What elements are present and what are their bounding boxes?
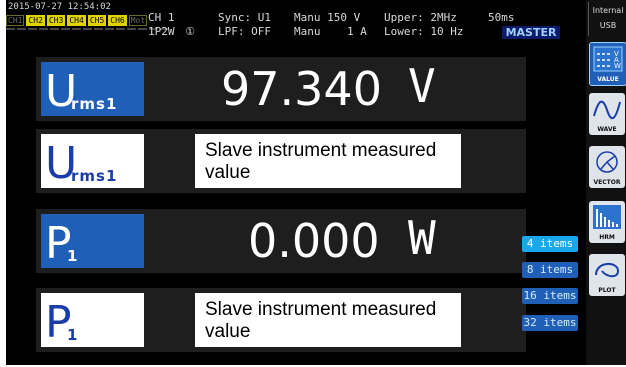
plot-button-label: PLOT xyxy=(598,287,616,294)
channel-indicator: Mot xyxy=(128,15,148,26)
wiring-label: 1P2W xyxy=(148,25,175,38)
wave-icon xyxy=(593,100,621,120)
unit-indicators xyxy=(6,28,171,30)
measurement-row: U rms1 Slave instrument measured value xyxy=(36,129,526,193)
plot-icon xyxy=(595,263,620,278)
indicator-slot xyxy=(50,28,59,30)
channel-indicator: CH5 xyxy=(87,15,107,26)
value-button[interactable]: V A W VALUE xyxy=(589,42,626,86)
parameter-subscript: rms1 xyxy=(71,95,118,113)
datetime: 2015-07-27 12:54:02 xyxy=(8,2,111,12)
slave-value-box: Slave instrument measured value xyxy=(195,293,461,347)
items-8-button[interactable]: 8 items xyxy=(522,262,578,278)
channel-label: CH 1 xyxy=(148,11,175,24)
indicator-slot xyxy=(138,28,147,30)
parameter-tag[interactable]: U rms1 xyxy=(41,134,144,188)
channel-indicator: CH4 xyxy=(67,15,86,26)
indicator-slot xyxy=(6,28,15,30)
measured-value: 0.000 xyxy=(248,214,380,268)
display-panel: 2015-07-27 12:54:02 CH1 CH2 CH3 CH4 CH5 … xyxy=(6,0,626,365)
measured-value: 97.340 xyxy=(221,62,382,116)
channel-indicator: CH2 xyxy=(26,15,45,26)
indicator-slot xyxy=(105,28,114,30)
sync-source: Sync: U1 xyxy=(218,11,271,24)
wiring-mode: 1P2W ① xyxy=(148,26,195,38)
status-bar: 2015-07-27 12:54:02 CH1 CH2 CH3 CH4 CH5 … xyxy=(6,0,586,40)
unit-label: V xyxy=(408,59,436,113)
indicator-slot xyxy=(39,28,48,30)
upper-limit: Upper: 2MHz xyxy=(384,11,457,24)
slave-value-note: Slave instrument measured value xyxy=(205,299,437,342)
slave-value-box: Slave instrument measured value xyxy=(195,134,461,188)
indicator-slot xyxy=(116,28,125,30)
lpf-setting: LPF: OFF xyxy=(218,25,271,38)
hrm-button-label: HRM xyxy=(599,234,615,241)
measurement-row: U rms1 97.340 V xyxy=(36,57,526,121)
svg-text:W: W xyxy=(614,62,621,70)
measurement-row: P 1 Slave instrument measured value xyxy=(36,288,526,352)
parameter-tag[interactable]: P 1 xyxy=(41,214,144,268)
parameter-tag[interactable]: U rms1 xyxy=(41,62,144,116)
indicator-slot xyxy=(61,28,70,30)
parameter-tag[interactable]: P 1 xyxy=(41,293,144,347)
measurement-row: P 1 0.000 W xyxy=(36,209,526,273)
value-icon: V A W xyxy=(593,46,623,72)
hrm-icon xyxy=(593,205,621,229)
data-refresh-rate: 50ms xyxy=(488,11,515,24)
storage-indicator: Internal USB xyxy=(588,2,626,36)
parameter-subscript: 1 xyxy=(67,247,79,265)
items-4-button[interactable]: 4 items xyxy=(522,236,578,252)
indicator-slot xyxy=(72,28,81,30)
items-32-button[interactable]: 32 items xyxy=(522,315,578,331)
vector-icon xyxy=(596,151,618,173)
storage-usb: USB xyxy=(599,21,617,30)
channel-indicator: CH1 xyxy=(6,15,25,26)
lower-limit: Lower: 10 Hz xyxy=(384,25,464,38)
parameter-subscript: rms1 xyxy=(71,167,118,185)
voltage-range: Manu 150 V xyxy=(294,11,361,24)
hrm-button[interactable]: HRM xyxy=(589,201,625,243)
value-button-label: VALUE xyxy=(597,76,619,83)
indicator-slot xyxy=(94,28,103,30)
indicator-slot xyxy=(83,28,92,30)
current-range: Manu 1 A xyxy=(294,25,367,38)
storage-internal: Internal xyxy=(592,6,624,15)
unit-label: W xyxy=(408,211,436,265)
channel-indicator: CH3 xyxy=(46,15,66,26)
parameter-subscript: 1 xyxy=(67,326,79,344)
function-sidebar: Internal USB V A W VALUE WAVE VECTOR HRM… xyxy=(586,0,626,365)
channel-indicator: CH6 xyxy=(108,15,127,26)
indicator-slot xyxy=(28,28,37,30)
wave-button-label: WAVE xyxy=(597,126,617,133)
slave-value-note: Slave instrument measured value xyxy=(205,140,437,183)
instrument-screen: 2015-07-27 12:54:02 CH1 CH2 CH3 CH4 CH5 … xyxy=(0,0,626,367)
channel-indicators: CH1 CH2 CH3 CH4 CH5 CH6 Mot xyxy=(6,15,149,26)
indicator-slot xyxy=(17,28,26,30)
plot-button[interactable]: PLOT xyxy=(589,254,625,296)
vector-button-label: VECTOR xyxy=(593,179,621,186)
vector-button[interactable]: VECTOR xyxy=(589,146,625,188)
items-16-button[interactable]: 16 items xyxy=(522,288,578,304)
master-indicator: MASTER xyxy=(502,26,560,39)
indicator-slot xyxy=(127,28,136,30)
wiring-symbol-icon: ① xyxy=(185,25,195,38)
wave-button[interactable]: WAVE xyxy=(589,93,625,135)
